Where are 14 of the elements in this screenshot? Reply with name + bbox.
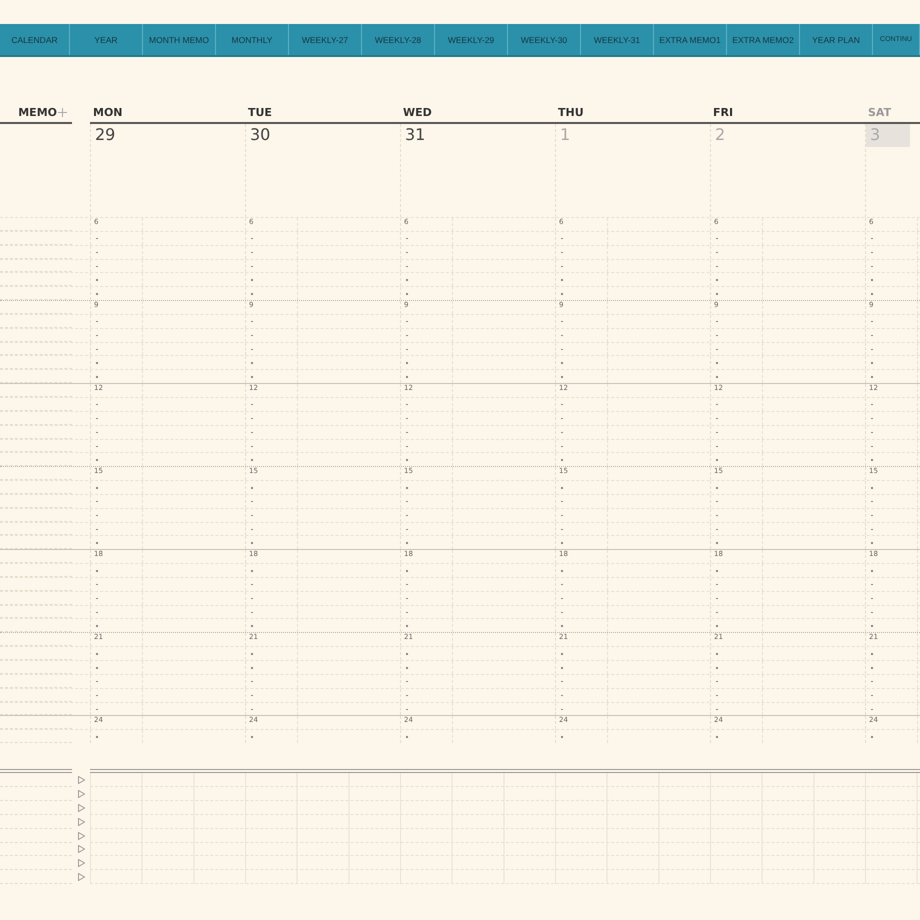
date-number[interactable]: 29 xyxy=(91,124,135,147)
day-name: THU xyxy=(558,106,584,118)
day-name: MON xyxy=(93,106,123,118)
day-name: WED xyxy=(403,106,432,118)
date-number[interactable]: 1 xyxy=(556,124,600,147)
date-number[interactable]: 30 xyxy=(246,124,290,147)
day-name: SAT xyxy=(868,106,892,118)
add-icon[interactable] xyxy=(58,108,67,116)
date-number[interactable]: 31 xyxy=(401,124,445,147)
day-name: FRI xyxy=(713,106,734,118)
day-name: TUE xyxy=(248,106,272,118)
date-number[interactable]: 2 xyxy=(711,124,755,147)
date-number[interactable]: 3 xyxy=(866,124,910,147)
memo-heading: MEMO xyxy=(18,106,57,118)
